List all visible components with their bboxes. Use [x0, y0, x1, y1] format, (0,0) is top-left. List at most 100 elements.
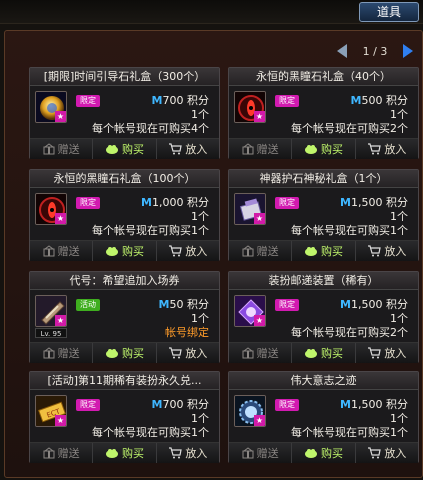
- prev-page-button[interactable]: [335, 43, 349, 59]
- item-card[interactable]: 装扮邮递装置（稀有） ★ 限定 M1,500 积分 1个 每个帐号现在可购买2个…: [228, 271, 419, 363]
- add-to-cart-button[interactable]: 放入: [156, 343, 219, 363]
- buy-button[interactable]: 购买: [292, 241, 356, 261]
- mystic-box-icon[interactable]: ★: [234, 193, 266, 225]
- limited-badge: 限定: [76, 399, 100, 411]
- next-page-button[interactable]: [401, 43, 415, 59]
- purchase-limit: 每个帐号现在可购买1个: [291, 426, 408, 439]
- title-strip: 道具: [0, 0, 423, 24]
- buy-label: 购买: [121, 447, 144, 460]
- gift-button[interactable]: 赠送: [30, 139, 94, 159]
- cart-icon: [168, 245, 183, 257]
- add-to-cart-button[interactable]: 放入: [355, 139, 418, 159]
- currency-mark: M: [340, 298, 351, 311]
- gift-button[interactable]: 赠送: [229, 241, 293, 261]
- buy-button[interactable]: 购买: [93, 343, 157, 363]
- item-title: [期限]时间引导石礼盒（300个）: [30, 68, 219, 86]
- rarity-star-icon: ★: [254, 315, 265, 326]
- cart-label: 放入: [185, 143, 208, 156]
- buy-button[interactable]: 购买: [93, 139, 157, 159]
- gift-button[interactable]: 赠送: [229, 443, 293, 463]
- purchase-limit: 每个帐号现在可购买2个: [291, 326, 408, 339]
- currency-mark: M: [141, 196, 152, 209]
- price-value: 50: [169, 298, 184, 311]
- limited-badge: 限定: [76, 197, 100, 209]
- item-card[interactable]: 代号：希望追加入场券 ★ Lv. 95 活动 M50 积分 1个 帐号绑定 赠送…: [29, 271, 220, 363]
- item-title: 装扮邮递装置（稀有）: [229, 272, 418, 290]
- coupon-icon[interactable]: ECT ★: [35, 395, 67, 427]
- gift-label: 赠送: [57, 447, 80, 460]
- add-to-cart-button[interactable]: 放入: [156, 443, 219, 463]
- item-card[interactable]: [活动]第11期稀有装扮永久兑... ECT ★ 限定 M700 积分 1个 每个…: [29, 371, 220, 463]
- rarity-star-icon: ★: [55, 415, 66, 426]
- buy-button[interactable]: 购买: [292, 343, 356, 363]
- add-to-cart-button[interactable]: 放入: [156, 241, 219, 261]
- cart-label: 放入: [384, 143, 407, 156]
- gift-label: 赠送: [256, 347, 279, 360]
- buy-button[interactable]: 购买: [292, 139, 356, 159]
- gift-label: 赠送: [57, 143, 80, 156]
- cart-label: 放入: [384, 347, 407, 360]
- ticket-icon[interactable]: ★: [35, 295, 67, 327]
- currency-mark: M: [151, 94, 163, 107]
- buy-icon: [304, 143, 318, 155]
- dark-eye-stone-icon[interactable]: ★: [35, 193, 67, 225]
- gift-icon: [242, 347, 254, 359]
- gift-icon: [242, 143, 254, 155]
- buy-label: 购买: [121, 347, 144, 360]
- gift-button[interactable]: 赠送: [229, 139, 293, 159]
- add-to-cart-button[interactable]: 放入: [355, 343, 418, 363]
- rarity-star-icon: ★: [254, 213, 265, 224]
- action-row: 赠送 购买 放入: [229, 138, 418, 159]
- currency-mark: M: [350, 94, 362, 107]
- buy-label: 购买: [320, 143, 343, 156]
- add-to-cart-button[interactable]: 放入: [355, 241, 418, 261]
- buy-icon: [304, 447, 318, 459]
- add-to-cart-button[interactable]: 放入: [156, 139, 219, 159]
- dark-eye-stone-icon[interactable]: ★: [234, 91, 266, 123]
- buy-icon: [105, 347, 119, 359]
- buy-label: 购买: [320, 245, 343, 258]
- buy-icon: [105, 143, 119, 155]
- item-card[interactable]: 永恒的黑瞳石礼盒（100个） ★ 限定 M1,000 积分 1个 每个帐号现在可…: [29, 169, 220, 261]
- item-card[interactable]: [期限]时间引导石礼盒（300个） ★ 限定 M700 积分 1个 每个帐号现在…: [29, 67, 220, 159]
- gift-label: 赠送: [57, 245, 80, 258]
- cart-icon: [168, 347, 183, 359]
- buy-button[interactable]: 购买: [292, 443, 356, 463]
- gift-button[interactable]: 赠送: [229, 343, 293, 363]
- arrow-right-icon: [402, 44, 413, 58]
- item-title: 伟大意志之迹: [229, 372, 418, 390]
- limited-badge: 限定: [275, 299, 299, 311]
- page-indicator: 1 / 3: [362, 44, 388, 58]
- currency-mark: M: [151, 398, 163, 411]
- action-row: 赠送 购买 放入: [30, 442, 219, 463]
- item-card[interactable]: 伟大意志之迹 ★ 限定 M1,500 积分 1个 每个帐号现在可购买1个 赠送 …: [228, 371, 419, 463]
- item-title: 永恒的黑瞳石礼盒（100个）: [30, 170, 219, 188]
- gift-button[interactable]: 赠送: [30, 443, 94, 463]
- event-badge: 活动: [76, 299, 100, 311]
- mail-device-icon[interactable]: ★: [234, 295, 266, 327]
- limited-badge: 限定: [76, 95, 100, 107]
- gift-button[interactable]: 赠送: [30, 343, 94, 363]
- rarity-star-icon: ★: [55, 111, 66, 122]
- gift-icon: [43, 347, 55, 359]
- buy-label: 购买: [320, 347, 343, 360]
- limited-badge: 限定: [275, 95, 299, 107]
- buy-icon: [304, 347, 318, 359]
- buy-button[interactable]: 购买: [93, 241, 157, 261]
- limited-badge: 限定: [275, 399, 299, 411]
- buy-icon: [304, 245, 318, 257]
- gift-button[interactable]: 赠送: [30, 241, 94, 261]
- rarity-star-icon: ★: [254, 111, 265, 122]
- purchase-limit: 每个帐号现在可购买2个: [291, 122, 408, 135]
- level-requirement: Lv. 95: [35, 328, 67, 338]
- will-gear-icon[interactable]: ★: [234, 395, 266, 427]
- buy-label: 购买: [320, 447, 343, 460]
- add-to-cart-button[interactable]: 放入: [355, 443, 418, 463]
- item-card[interactable]: 神器护石神秘礼盒（1个） ★ 限定 M1,500 积分 1个 每个帐号现在可购买…: [228, 169, 419, 261]
- gift-label: 赠送: [256, 143, 279, 156]
- golden-orb-icon[interactable]: ★: [35, 91, 67, 123]
- buy-button[interactable]: 购买: [93, 443, 157, 463]
- price-value: 1,500: [351, 398, 383, 411]
- item-card[interactable]: 永恒的黑瞳石礼盒（40个） ★ 限定 M500 积分 1个 每个帐号现在可购买2…: [228, 67, 419, 159]
- tab-items[interactable]: 道具: [359, 2, 419, 22]
